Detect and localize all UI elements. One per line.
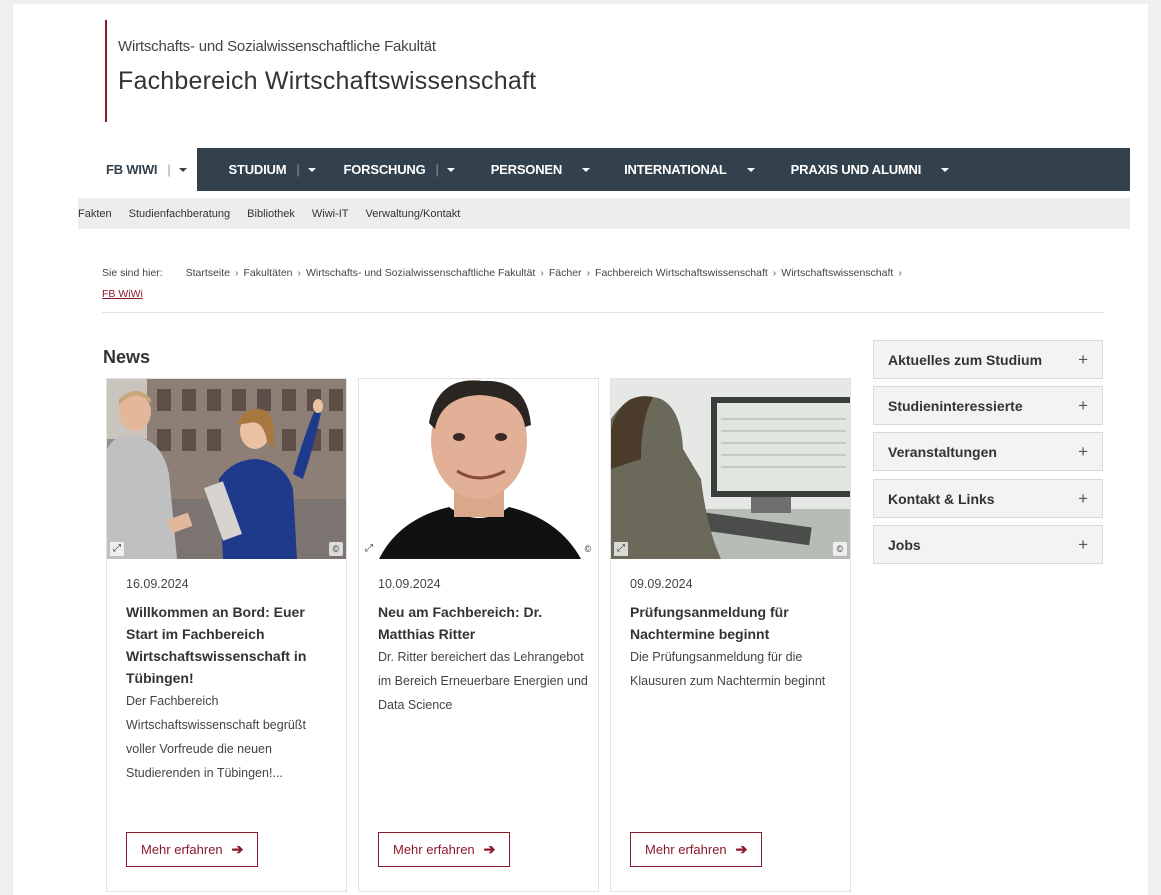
news-headline[interactable]: Prüfungsanmeldung für Nachtermine beginn… — [630, 601, 840, 693]
nav-separator: | — [167, 162, 171, 177]
read-more-label: Mehr erfahren — [645, 842, 727, 857]
news-teaser: Dr. Ritter bereichert das Lehrangebot im… — [378, 650, 588, 712]
news-heading: News — [103, 347, 151, 367]
nav-item-praxis-und-alumni[interactable]: PRAXIS UND ALUMNI — [765, 148, 959, 191]
read-more-button[interactable]: Mehr erfahren ➔ — [126, 832, 259, 867]
read-more-button[interactable]: Mehr erfahren ➔ — [378, 832, 511, 867]
sub-navigation: Fakten Studienfachberatung Bibliothek Wi… — [78, 198, 1130, 229]
chevron-down-icon[interactable] — [746, 167, 755, 172]
news-image-portrait[interactable]: ⤢ © — [359, 379, 598, 559]
news-image-students[interactable]: ⤢ © — [107, 379, 346, 559]
arrow-right-icon: ➔ — [483, 841, 496, 857]
subnav-item-fakten[interactable]: Fakten — [78, 208, 112, 220]
department-title[interactable]: Fachbereich Wirtschaftswissenschaft — [118, 67, 536, 96]
breadcrumb-separator: › — [586, 267, 591, 279]
faculty-link[interactable]: Wirtschafts- und Sozialwissenschaftliche… — [118, 38, 536, 55]
news-card[interactable]: ⤢ © 16.09.2024 Willkommen an Bord: Euer … — [106, 378, 347, 892]
news-date: 09.09.2024 — [630, 577, 693, 591]
accordion-label: Studieninteressierte — [888, 397, 1023, 414]
accordion-jobs[interactable]: Jobs + — [873, 525, 1103, 564]
subnav-item-studienfachberatung[interactable]: Studienfachberatung — [129, 208, 231, 220]
news-headline[interactable]: Neu am Fachbereich: Dr. Matthias Ritter … — [378, 601, 588, 717]
read-more-label: Mehr erfahren — [141, 842, 223, 857]
chevron-down-icon[interactable] — [941, 167, 950, 172]
breadcrumb-separator: › — [297, 267, 302, 279]
chevron-down-icon[interactable] — [446, 167, 455, 172]
chevron-down-icon[interactable] — [307, 167, 316, 172]
breadcrumb: Sie sind hier: Startseite › Fakultäten › Wir… — [102, 263, 1102, 305]
page: Wirtschafts- und Sozialwissenschaftliche… — [13, 4, 1148, 895]
nav-item-international[interactable]: INTERNATIONAL — [600, 148, 765, 191]
accordion-label: Aktuelles zum Studium — [888, 351, 1043, 368]
accordion-aktuelles-zum-studium[interactable]: Aktuelles zum Studium + — [873, 340, 1103, 379]
nav-item-studium[interactable]: STUDIUM | — [197, 148, 326, 191]
copyright-icon[interactable]: © — [329, 542, 343, 556]
news-card[interactable]: ⤢ © 09.09.2024 Prüfungsanmeldung für Nac… — [610, 378, 851, 892]
expand-icon[interactable]: ⤢ — [362, 542, 376, 556]
accordion-label: Jobs — [888, 536, 921, 553]
accordion-studieninteressierte[interactable]: Studieninteressierte + — [873, 386, 1103, 425]
breadcrumb-separator: › — [898, 267, 902, 279]
nav-separator: | — [435, 162, 439, 177]
news-date: 10.09.2024 — [378, 577, 441, 591]
nav-item-label: FORSCHUNG — [343, 162, 426, 177]
breadcrumb-separator: › — [234, 267, 239, 279]
nav-separator: | — [296, 162, 300, 177]
copyright-icon[interactable]: © — [581, 542, 595, 556]
plus-icon[interactable]: + — [1078, 442, 1088, 462]
breadcrumb-item[interactable]: Fächer — [549, 267, 582, 279]
expand-icon[interactable]: ⤢ — [110, 542, 124, 556]
news-teaser: Die Prüfungsanmeldung für die Klausuren … — [630, 650, 826, 688]
nav-item-fb-wiwi[interactable]: FB WIWI | — [78, 148, 197, 191]
divider — [102, 312, 1104, 313]
breadcrumb-item[interactable]: Wirtschaftswissenschaft — [781, 267, 893, 279]
plus-icon[interactable]: + — [1078, 489, 1088, 509]
accordion-kontakt-links[interactable]: Kontakt & Links + — [873, 479, 1103, 518]
news-image-computer[interactable]: ⤢ © — [611, 379, 850, 559]
subnav-item-wiwi-it[interactable]: Wiwi-IT — [312, 208, 349, 220]
nav-item-personen[interactable]: PERSONEN — [465, 148, 600, 191]
copyright-icon[interactable]: © — [833, 542, 847, 556]
arrow-right-icon: ➔ — [735, 841, 748, 857]
site-header: Wirtschafts- und Sozialwissenschaftliche… — [105, 20, 536, 122]
arrow-right-icon: ➔ — [231, 841, 244, 857]
breadcrumb-item[interactable]: Wirtschafts- und Sozialwissenschaftliche… — [306, 267, 535, 279]
news-teaser: Der Fachbereich Wirtschaftswissenschaft … — [126, 694, 306, 780]
breadcrumb-separator: › — [540, 267, 544, 279]
breadcrumb-item[interactable]: Fakultäten — [243, 267, 292, 279]
accordion-label: Kontakt & Links — [888, 490, 995, 507]
subnav-item-verwaltung-kontakt[interactable]: Verwaltung/Kontakt — [366, 208, 461, 220]
breadcrumb-item[interactable]: Startseite — [186, 267, 230, 279]
accordion-label: Veranstaltungen — [888, 443, 997, 460]
nav-item-label: FB WIWI — [106, 162, 158, 177]
plus-icon[interactable]: + — [1078, 535, 1088, 555]
breadcrumb-lead: Sie sind hier: — [102, 267, 163, 279]
nav-item-forschung[interactable]: FORSCHUNG | — [326, 148, 465, 191]
subnav-item-bibliothek[interactable]: Bibliothek — [247, 208, 295, 220]
breadcrumb-item[interactable]: Fachbereich Wirtschaftswissenschaft — [595, 267, 768, 279]
news-headline-text[interactable]: Willkommen an Bord: Euer Start im Fachbe… — [126, 604, 306, 686]
news-card[interactable]: ⤢ © 10.09.2024 Neu am Fachbereich: Dr. M… — [358, 378, 599, 892]
expand-icon[interactable]: ⤢ — [614, 542, 628, 556]
read-more-label: Mehr erfahren — [393, 842, 475, 857]
main-navigation: FB WIWI | STUDIUM | FORSCHUNG | PERSONEN… — [78, 148, 1130, 191]
plus-icon[interactable]: + — [1078, 350, 1088, 370]
breadcrumb-separator: › — [772, 267, 777, 279]
nav-item-label: PERSONEN — [490, 162, 563, 177]
read-more-button[interactable]: Mehr erfahren ➔ — [630, 832, 763, 867]
news-headline[interactable]: Willkommen an Bord: Euer Start im Fachbe… — [126, 601, 336, 785]
plus-icon[interactable]: + — [1078, 396, 1088, 416]
nav-item-label: STUDIUM — [228, 162, 287, 177]
nav-item-label: INTERNATIONAL — [624, 162, 727, 177]
news-date: 16.09.2024 — [126, 577, 189, 591]
accordion-veranstaltungen[interactable]: Veranstaltungen + — [873, 432, 1103, 471]
breadcrumb-current[interactable]: FB WiWi — [102, 288, 143, 300]
chevron-down-icon[interactable] — [582, 167, 591, 172]
news-headline-text[interactable]: Neu am Fachbereich: Dr. Matthias Ritter — [378, 604, 542, 642]
nav-item-label: PRAXIS UND ALUMNI — [790, 162, 922, 177]
chevron-down-icon[interactable] — [178, 167, 187, 172]
news-headline-text[interactable]: Prüfungsanmeldung für Nachtermine beginn… — [630, 604, 789, 642]
